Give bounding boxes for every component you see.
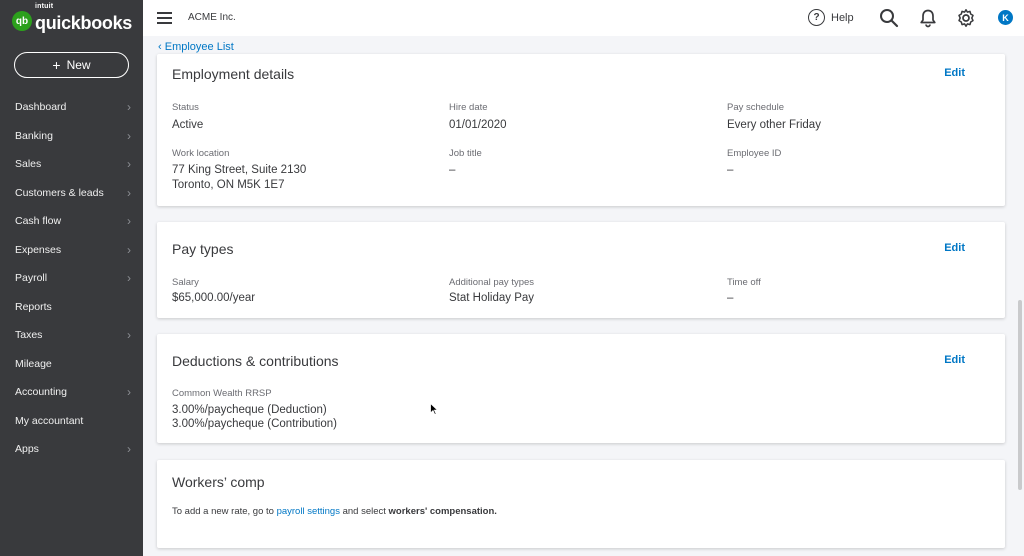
sidebar-item-my-accountant[interactable]: My accountant (0, 407, 143, 436)
chevron-right-icon: › (127, 128, 131, 143)
workers-comp-title: Workers’ comp (172, 474, 265, 490)
chevron-right-icon: › (127, 100, 131, 115)
gear-icon[interactable] (956, 8, 976, 28)
employment-details-title: Employment details (172, 66, 295, 82)
logo-sub-text: intuit (35, 2, 54, 10)
sidebar-item-label: Mileage (15, 357, 52, 370)
sidebar-item-label: Payroll (15, 272, 48, 285)
sidebar-item-label: Accounting (15, 386, 67, 399)
sidebar-item-customers-leads[interactable]: Customers & leads › (0, 179, 143, 208)
time-off-value: – (727, 292, 734, 304)
sidebar-item-label: Expenses (15, 243, 62, 256)
quickbooks-logo-icon: qb (12, 11, 32, 31)
employee-id-value: – (727, 164, 734, 176)
sidebar-item-label: Customers & leads (15, 186, 104, 199)
logo-text: intuit quickbooks (35, 3, 133, 34)
salary-value: $65,000.00/year (172, 292, 256, 304)
status-value: Active (172, 119, 204, 131)
sidebar-item-label: Banking (15, 129, 53, 142)
workers-comp-card: Workers’ comp To add a new rate, go to p… (157, 460, 1005, 548)
sidebar-item-label: Cash flow (15, 215, 62, 228)
sidebar-item-taxes[interactable]: Taxes › (0, 321, 143, 350)
employment-details-card: Employment details Edit Status Active Hi… (157, 54, 1005, 206)
quickbooks-logo[interactable]: qb intuit quickbooks (12, 3, 133, 34)
sidebar-item-label: Taxes (15, 329, 43, 342)
mouse-cursor-icon (430, 403, 438, 415)
company-name: ACME Inc. (188, 12, 236, 23)
hire-date-value: 01/01/2020 (449, 119, 507, 131)
employment-edit-link[interactable]: Edit (944, 67, 965, 79)
workers-comp-text-middle: and select (339, 506, 389, 517)
sidebar-item-apps[interactable]: Apps › (0, 435, 143, 464)
time-off-label: Time off (727, 277, 761, 288)
page-scrollbar[interactable] (1018, 300, 1022, 490)
chevron-right-icon: › (127, 185, 131, 200)
chevron-right-icon: › (127, 385, 131, 400)
chevron-right-icon: › (127, 214, 131, 229)
deduction-plan-label: Common Wealth RRSP (172, 388, 272, 399)
breadcrumb[interactable]: ‹ Employee List (158, 41, 234, 53)
chevron-right-icon: › (127, 442, 131, 457)
sidebar-item-reports[interactable]: Reports (0, 293, 143, 322)
chevron-right-icon: › (127, 328, 131, 343)
deductions-title: Deductions & contributions (172, 353, 339, 369)
salary-label: Salary (172, 277, 199, 288)
chevron-right-icon: › (127, 157, 131, 172)
additional-pay-types-value: Stat Holiday Pay (449, 292, 535, 304)
sidebar-item-label: Sales (15, 158, 42, 171)
chevron-left-icon: ‹ (158, 41, 162, 53)
pay-schedule-value: Every other Friday (727, 119, 821, 131)
top-bar: ACME Inc. ? Help K (143, 0, 1024, 36)
sidebar-item-banking[interactable]: Banking › (0, 122, 143, 151)
left-sidebar: qb intuit quickbooks + New Dashboard › Ban… (0, 0, 143, 556)
chevron-right-icon: › (127, 271, 131, 286)
job-title-value: – (449, 164, 456, 176)
breadcrumb-employee-list: Employee List (164, 41, 234, 53)
help-button[interactable]: ? Help (808, 9, 854, 26)
bell-icon[interactable] (918, 8, 938, 28)
additional-pay-types-label: Additional pay types (449, 277, 535, 288)
help-label: Help (831, 11, 854, 24)
deductions-edit-link[interactable]: Edit (944, 354, 965, 366)
status-label: Status (172, 102, 199, 113)
sidebar-item-mileage[interactable]: Mileage (0, 350, 143, 379)
sidebar-nav: Dashboard › Banking › Sales › Customers & lead… (0, 93, 143, 464)
plus-icon: + (52, 57, 61, 73)
pay-types-edit-link[interactable]: Edit (944, 242, 965, 254)
menu-icon[interactable] (157, 12, 172, 24)
sidebar-item-accounting[interactable]: Accounting › (0, 378, 143, 407)
sidebar-item-label: My accountant (15, 414, 84, 427)
sidebar-item-cash-flow[interactable]: Cash flow › (0, 207, 143, 236)
workers-compensation-text: workers' compensation. (388, 506, 497, 517)
chevron-right-icon: › (127, 242, 131, 257)
sidebar-item-label: Apps (15, 443, 39, 456)
logo-main-text: quickbooks (35, 12, 133, 33)
workers-comp-text-before: To add a new rate, go to (172, 506, 277, 517)
help-icon: ? (808, 9, 825, 26)
deductions-card: Deductions & contributions Edit Common W… (157, 334, 1005, 443)
job-title-label: Job title (449, 148, 482, 159)
user-avatar[interactable]: K (998, 10, 1013, 25)
contribution-line: 3.00%/paycheque (Contribution) (172, 418, 337, 430)
workers-comp-message: To add a new rate, go to payroll setting… (172, 506, 497, 517)
sidebar-item-payroll[interactable]: Payroll › (0, 264, 143, 293)
deduction-line: 3.00%/paycheque (Deduction) (172, 404, 327, 416)
hire-date-label: Hire date (449, 102, 488, 113)
work-location-line1: 77 King Street, Suite 2130 (172, 164, 307, 176)
employee-id-label: Employee ID (727, 148, 782, 159)
new-button-label: New (66, 58, 91, 72)
sidebar-item-sales[interactable]: Sales › (0, 150, 143, 179)
work-location-line2: Toronto, ON M5K 1E7 (172, 179, 285, 191)
payroll-settings-link[interactable]: payroll settings (277, 506, 340, 517)
pay-types-title: Pay types (172, 241, 234, 257)
sidebar-item-label: Reports (15, 300, 52, 313)
sidebar-item-label: Dashboard (15, 101, 67, 114)
sidebar-item-dashboard[interactable]: Dashboard › (0, 93, 143, 122)
pay-schedule-label: Pay schedule (727, 102, 785, 113)
new-button[interactable]: + New (14, 52, 129, 78)
sidebar-item-expenses[interactable]: Expenses › (0, 236, 143, 265)
search-icon[interactable] (879, 8, 899, 28)
work-location-label: Work location (172, 148, 230, 159)
pay-types-card: Pay types Edit Salary $65,000.00/year Ad… (157, 222, 1005, 318)
